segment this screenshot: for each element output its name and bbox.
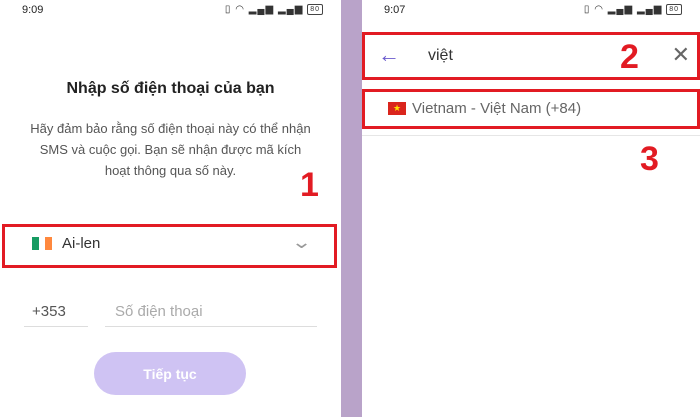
wifi-icon: ◠ — [594, 4, 604, 15]
step-marker-2: 2 — [620, 38, 639, 76]
status-time: 9:07 — [384, 4, 406, 16]
signal-icon-2: ▂▄▆ — [277, 4, 304, 15]
continue-button[interactable]: Tiếp tục — [94, 352, 246, 395]
dial-code[interactable]: +353 — [24, 299, 88, 327]
status-icons: ▯ ◠ ▂▄▆ ▂▄▆ 80 — [225, 4, 323, 15]
step-marker-1: 1 — [300, 166, 319, 204]
status-bar: 9:07 ▯ ◠ ▂▄▆ ▂▄▆ 80 — [362, 0, 700, 22]
status-icons: ▯ ◠ ▂▄▆ ▂▄▆ 80 — [584, 4, 682, 15]
left-phone-screen: 9:09 ▯ ◠ ▂▄▆ ▂▄▆ 80 Nhập số điện thoại c… — [0, 0, 341, 417]
right-phone-screen: 9:07 ▯ ◠ ▂▄▆ ▂▄▆ 80 ← việt ✕ 2 ★ Vietnam… — [362, 0, 700, 417]
signal-icon-2: ▂▄▆ — [636, 4, 663, 15]
wifi-icon: ◠ — [235, 4, 245, 15]
highlight-box-1 — [2, 224, 337, 268]
status-time: 9:09 — [22, 4, 44, 16]
signal-icon: ▂▄▆ — [607, 4, 634, 15]
status-bar: 9:09 ▯ ◠ ▂▄▆ ▂▄▆ 80 — [0, 0, 341, 22]
vibrate-icon: ▯ — [583, 4, 591, 15]
page-title: Nhập số điện thoại của bạn — [66, 80, 275, 97]
highlight-box-3 — [362, 89, 700, 129]
battery-icon: 80 — [666, 4, 682, 15]
divider — [362, 135, 700, 136]
highlight-box-2 — [362, 32, 700, 80]
page-description: Hãy đảm bảo rằng số điện thoại này có th… — [30, 121, 311, 178]
battery-icon: 80 — [307, 4, 323, 15]
phone-number-input[interactable]: Số điện thoại — [105, 299, 317, 327]
vibrate-icon: ▯ — [224, 4, 232, 15]
signal-icon: ▂▄▆ — [248, 4, 275, 15]
step-marker-3: 3 — [640, 140, 659, 178]
